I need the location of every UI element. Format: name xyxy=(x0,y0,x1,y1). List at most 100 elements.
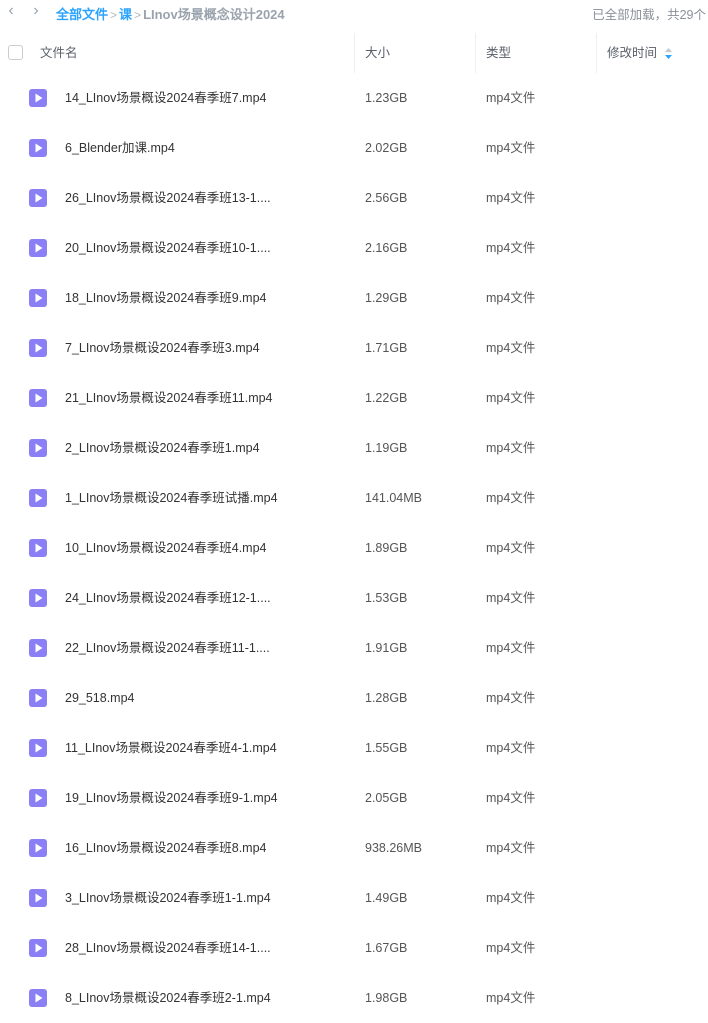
file-name[interactable]: 8_LInov场景概设2024春季班2-1.mp4 xyxy=(65,973,271,1023)
video-file-icon xyxy=(29,989,47,1007)
file-type: mp4文件 xyxy=(486,891,536,905)
video-file-icon xyxy=(29,789,47,807)
file-name[interactable]: 3_LInov场景概设2024春季班1-1.mp4 xyxy=(65,873,271,923)
file-size: 1.53GB xyxy=(365,591,408,605)
file-name[interactable]: 11_LInov场景概设2024春季班4-1.mp4 xyxy=(65,723,277,773)
video-file-icon xyxy=(29,489,47,507)
path-bar: ‹ › 全部文件 > 课 > LInov场景概念设计2024 已全部加载，共29个 xyxy=(0,0,708,24)
file-size: 1.91GB xyxy=(365,641,408,655)
column-header-modified-label: 修改时间 xyxy=(607,46,658,60)
file-size: 1.67GB xyxy=(365,941,408,955)
video-file-icon xyxy=(29,289,47,307)
file-type: mp4文件 xyxy=(486,541,536,555)
file-type: mp4文件 xyxy=(486,791,536,805)
file-type: mp4文件 xyxy=(486,691,536,705)
video-file-icon xyxy=(29,539,47,557)
file-name[interactable]: 21_LInov场景概设2024春季班11.mp4 xyxy=(65,373,273,423)
file-name[interactable]: 1_LInov场景概设2024春季班试播.mp4 xyxy=(65,473,278,523)
file-name[interactable]: 18_LInov场景概设2024春季班9.mp4 xyxy=(65,273,266,323)
file-type: mp4文件 xyxy=(486,341,536,355)
file-size: 1.89GB xyxy=(365,541,408,555)
select-all-checkbox[interactable] xyxy=(8,45,23,60)
file-row[interactable]: 2_LInov场景概设2024春季班1.mp4 1.19GB mp4文件 xyxy=(0,423,708,473)
column-header-name[interactable]: 文件名 xyxy=(40,33,78,73)
chevron-left-icon[interactable]: ‹ xyxy=(3,2,19,20)
video-file-icon xyxy=(29,839,47,857)
file-row[interactable]: 6_Blender加课.mp4 2.02GB mp4文件 xyxy=(0,123,708,173)
file-name[interactable]: 28_LInov场景概设2024春季班14-1.... xyxy=(65,923,271,973)
file-size: 1.19GB xyxy=(365,441,408,455)
file-name[interactable]: 19_LInov场景概设2024春季班9-1.mp4 xyxy=(65,773,278,823)
file-size: 1.23GB xyxy=(365,91,408,105)
file-row[interactable]: 22_LInov场景概设2024春季班11-1.... 1.91GB mp4文件 xyxy=(0,623,708,673)
file-size: 1.55GB xyxy=(365,741,408,755)
file-row[interactable]: 26_LInov场景概设2024春季班13-1.... 2.56GB mp4文件 xyxy=(0,173,708,223)
file-row[interactable]: 24_LInov场景概设2024春季班12-1.... 1.53GB mp4文件 xyxy=(0,573,708,623)
file-name[interactable]: 14_LInov场景概设2024春季班7.mp4 xyxy=(65,73,266,123)
file-type: mp4文件 xyxy=(486,841,536,855)
file-list: 14_LInov场景概设2024春季班7.mp4 1.23GB mp4文件 6_Ble… xyxy=(0,73,708,1023)
file-row[interactable]: 21_LInov场景概设2024春季班11.mp4 1.22GB mp4文件 xyxy=(0,373,708,423)
file-size: 1.29GB xyxy=(365,291,408,305)
file-row[interactable]: 11_LInov场景概设2024春季班4-1.mp4 1.55GB mp4文件 xyxy=(0,723,708,773)
file-size: 1.22GB xyxy=(365,391,408,405)
file-type: mp4文件 xyxy=(486,191,536,205)
video-file-icon xyxy=(29,639,47,657)
video-file-icon xyxy=(29,689,47,707)
video-file-icon xyxy=(29,139,47,157)
file-row[interactable]: 3_LInov场景概设2024春季班1-1.mp4 1.49GB mp4文件 xyxy=(0,873,708,923)
breadcrumb-root[interactable]: 全部文件 xyxy=(56,7,108,22)
column-divider[interactable] xyxy=(354,33,355,73)
file-size: 1.98GB xyxy=(365,991,408,1005)
file-name[interactable]: 10_LInov场景概设2024春季班4.mp4 xyxy=(65,523,266,573)
file-row[interactable]: 19_LInov场景概设2024春季班9-1.mp4 2.05GB mp4文件 xyxy=(0,773,708,823)
video-file-icon xyxy=(29,239,47,257)
sort-icon[interactable] xyxy=(665,48,673,60)
video-file-icon xyxy=(29,889,47,907)
file-name[interactable]: 20_LInov场景概设2024春季班10-1.... xyxy=(65,223,271,273)
file-size: 2.02GB xyxy=(365,141,408,155)
file-row[interactable]: 10_LInov场景概设2024春季班4.mp4 1.89GB mp4文件 xyxy=(0,523,708,573)
file-name[interactable]: 6_Blender加课.mp4 xyxy=(65,123,175,173)
video-file-icon xyxy=(29,389,47,407)
column-divider[interactable] xyxy=(596,33,597,73)
file-size: 2.05GB xyxy=(365,791,408,805)
breadcrumb-separator: > xyxy=(110,8,118,22)
column-header-size[interactable]: 大小 xyxy=(365,33,390,73)
chevron-right-icon[interactable]: › xyxy=(28,2,44,20)
file-name[interactable]: 29_518.mp4 xyxy=(65,673,135,723)
breadcrumb-current: LInov场景概念设计2024 xyxy=(143,7,285,22)
file-row[interactable]: 1_LInov场景概设2024春季班试播.mp4 141.04MB mp4文件 xyxy=(0,473,708,523)
file-row[interactable]: 29_518.mp4 1.28GB mp4文件 xyxy=(0,673,708,723)
file-type: mp4文件 xyxy=(486,491,536,505)
file-row[interactable]: 7_LInov场景概设2024春季班3.mp4 1.71GB mp4文件 xyxy=(0,323,708,373)
file-size: 2.16GB xyxy=(365,241,408,255)
file-type: mp4文件 xyxy=(486,991,536,1005)
file-type: mp4文件 xyxy=(486,591,536,605)
file-type: mp4文件 xyxy=(486,441,536,455)
video-file-icon xyxy=(29,189,47,207)
file-name[interactable]: 26_LInov场景概设2024春季班13-1.... xyxy=(65,173,271,223)
file-size: 1.71GB xyxy=(365,341,408,355)
file-name[interactable]: 7_LInov场景概设2024春季班3.mp4 xyxy=(65,323,260,373)
file-row[interactable]: 14_LInov场景概设2024春季班7.mp4 1.23GB mp4文件 xyxy=(0,73,708,123)
file-row[interactable]: 16_LInov场景概设2024春季班8.mp4 938.26MB mp4文件 xyxy=(0,823,708,873)
column-divider[interactable] xyxy=(475,33,476,73)
file-type: mp4文件 xyxy=(486,241,536,255)
file-row[interactable]: 18_LInov场景概设2024春季班9.mp4 1.29GB mp4文件 xyxy=(0,273,708,323)
column-header-type[interactable]: 类型 xyxy=(486,33,511,73)
video-file-icon xyxy=(29,739,47,757)
file-name[interactable]: 24_LInov场景概设2024春季班12-1.... xyxy=(65,573,271,623)
video-file-icon xyxy=(29,89,47,107)
file-row[interactable]: 20_LInov场景概设2024春季班10-1.... 2.16GB mp4文件 xyxy=(0,223,708,273)
breadcrumb-separator: > xyxy=(134,8,142,22)
file-name[interactable]: 22_LInov场景概设2024春季班11-1.... xyxy=(65,623,270,673)
file-size: 938.26MB xyxy=(365,841,422,855)
breadcrumb-middle[interactable]: 课 xyxy=(119,7,132,22)
file-name[interactable]: 2_LInov场景概设2024春季班1.mp4 xyxy=(65,423,260,473)
file-size: 1.28GB xyxy=(365,691,408,705)
column-header-modified[interactable]: 修改时间 xyxy=(607,33,673,73)
file-row[interactable]: 8_LInov场景概设2024春季班2-1.mp4 1.98GB mp4文件 xyxy=(0,973,708,1023)
file-name[interactable]: 16_LInov场景概设2024春季班8.mp4 xyxy=(65,823,266,873)
file-row[interactable]: 28_LInov场景概设2024春季班14-1.... 1.67GB mp4文件 xyxy=(0,923,708,973)
